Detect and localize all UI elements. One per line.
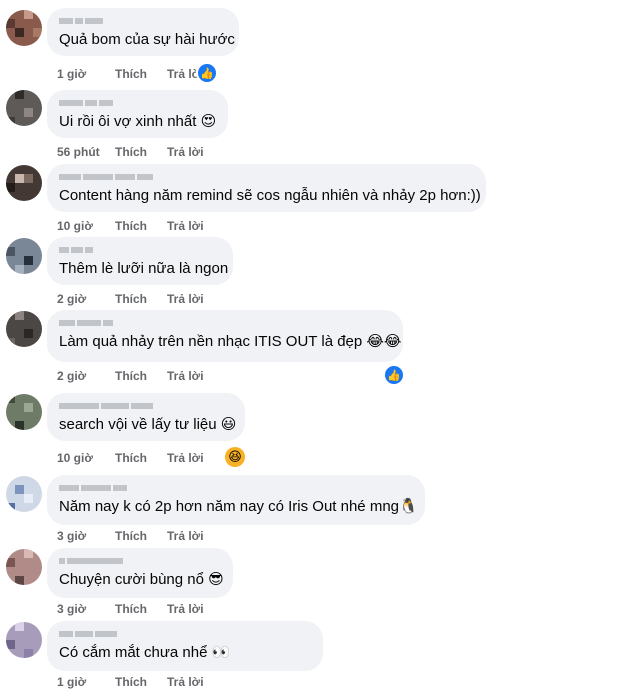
- comment-bubble: Năm nay k có 2p hơn năm nay có Iris Out …: [47, 475, 425, 525]
- avatar[interactable]: [6, 10, 42, 46]
- like-button[interactable]: Thích: [115, 369, 147, 383]
- comment-text: Năm nay k có 2p hơn năm nay có Iris Out …: [59, 498, 418, 515]
- blurred-author-name[interactable]: [59, 483, 413, 493]
- grinning-face-icon[interactable]: 😆: [225, 447, 245, 467]
- comment-bubble: Làm quả nhảy trên nền nhạc ITIS OUT là đ…: [47, 310, 403, 362]
- comment-text: Có cắm mắt chưa nhể 👀: [59, 644, 231, 661]
- comment-time[interactable]: 56 phút: [57, 145, 105, 159]
- comment-text: Chuyện cười bùng nổ 😎: [59, 571, 224, 588]
- like-button[interactable]: Thích: [115, 675, 147, 689]
- thumbs-up-icon[interactable]: 👍: [383, 364, 405, 386]
- comment-time[interactable]: 3 giờ: [57, 602, 105, 616]
- reply-button[interactable]: Trả lời: [167, 602, 204, 616]
- comment-time[interactable]: 10 giờ: [57, 451, 105, 465]
- reply-button[interactable]: Trả lời: [167, 529, 204, 543]
- reply-button[interactable]: Trả lời: [167, 369, 204, 383]
- comment-time[interactable]: 1 giờ: [57, 67, 105, 81]
- comment-text: Làm quả nhảy trên nền nhạc ITIS OUT là đ…: [59, 333, 402, 350]
- comment-bubble: Quả bom của sự hài hước: [47, 8, 239, 56]
- like-button[interactable]: Thích: [115, 219, 147, 233]
- like-button[interactable]: Thích: [115, 602, 147, 616]
- reply-button[interactable]: Trả lời: [167, 292, 204, 306]
- comment-text: Ui rồi ôi vợ xinh nhất 😍: [59, 113, 217, 130]
- like-button[interactable]: Thích: [115, 145, 147, 159]
- comment-bubble: Content hàng năm remind sẽ cos ngẫu nhiê…: [47, 164, 486, 212]
- comment-text: Quả bom của sự hài hước: [59, 31, 235, 48]
- blurred-author-name[interactable]: [59, 318, 391, 328]
- avatar[interactable]: [6, 165, 42, 201]
- comment-bubble: Chuyện cười bùng nổ 😎: [47, 548, 233, 598]
- comment-time[interactable]: 1 giờ: [57, 675, 105, 689]
- comment-text: Content hàng năm remind sẽ cos ngẫu nhiê…: [59, 187, 481, 204]
- avatar[interactable]: [6, 622, 42, 658]
- avatar[interactable]: [6, 394, 42, 430]
- reply-button[interactable]: Trả lời: [167, 145, 204, 159]
- avatar[interactable]: [6, 90, 42, 126]
- blurred-author-name[interactable]: [59, 172, 474, 182]
- comment-time[interactable]: 3 giờ: [57, 529, 105, 543]
- comment-bubble: Có cắm mắt chưa nhể 👀: [47, 621, 323, 671]
- reply-button[interactable]: Trả lời: [167, 675, 204, 689]
- avatar[interactable]: [6, 476, 42, 512]
- avatar[interactable]: [6, 549, 42, 585]
- thumbs-up-icon[interactable]: 👍: [196, 62, 218, 84]
- comment-time[interactable]: 2 giờ: [57, 292, 105, 306]
- blurred-author-name[interactable]: [59, 401, 233, 411]
- blurred-author-name[interactable]: [59, 629, 311, 639]
- reply-button[interactable]: Trả lời: [167, 219, 204, 233]
- comment-bubble: Thêm lè lưỡi nữa là ngon: [47, 237, 233, 285]
- avatar[interactable]: [6, 238, 42, 274]
- blurred-author-name[interactable]: [59, 556, 221, 566]
- blurred-author-name[interactable]: [59, 245, 221, 255]
- like-button[interactable]: Thích: [115, 67, 147, 81]
- blurred-author-name[interactable]: [59, 16, 227, 26]
- blurred-author-name[interactable]: [59, 98, 216, 108]
- avatar[interactable]: [6, 311, 42, 347]
- comment-text: search vội về lấy tư liệu 😃: [59, 416, 237, 433]
- like-button[interactable]: Thích: [115, 451, 147, 465]
- comment-time[interactable]: 10 giờ: [57, 219, 105, 233]
- like-button[interactable]: Thích: [115, 292, 147, 306]
- comment-bubble: Ui rồi ôi vợ xinh nhất 😍: [47, 90, 228, 138]
- reply-button[interactable]: Trả lời: [167, 451, 204, 465]
- comment-time[interactable]: 2 giờ: [57, 369, 105, 383]
- comment-text: Thêm lè lưỡi nữa là ngon: [59, 260, 229, 277]
- comment-bubble: search vội về lấy tư liệu 😃: [47, 393, 245, 441]
- like-button[interactable]: Thích: [115, 529, 147, 543]
